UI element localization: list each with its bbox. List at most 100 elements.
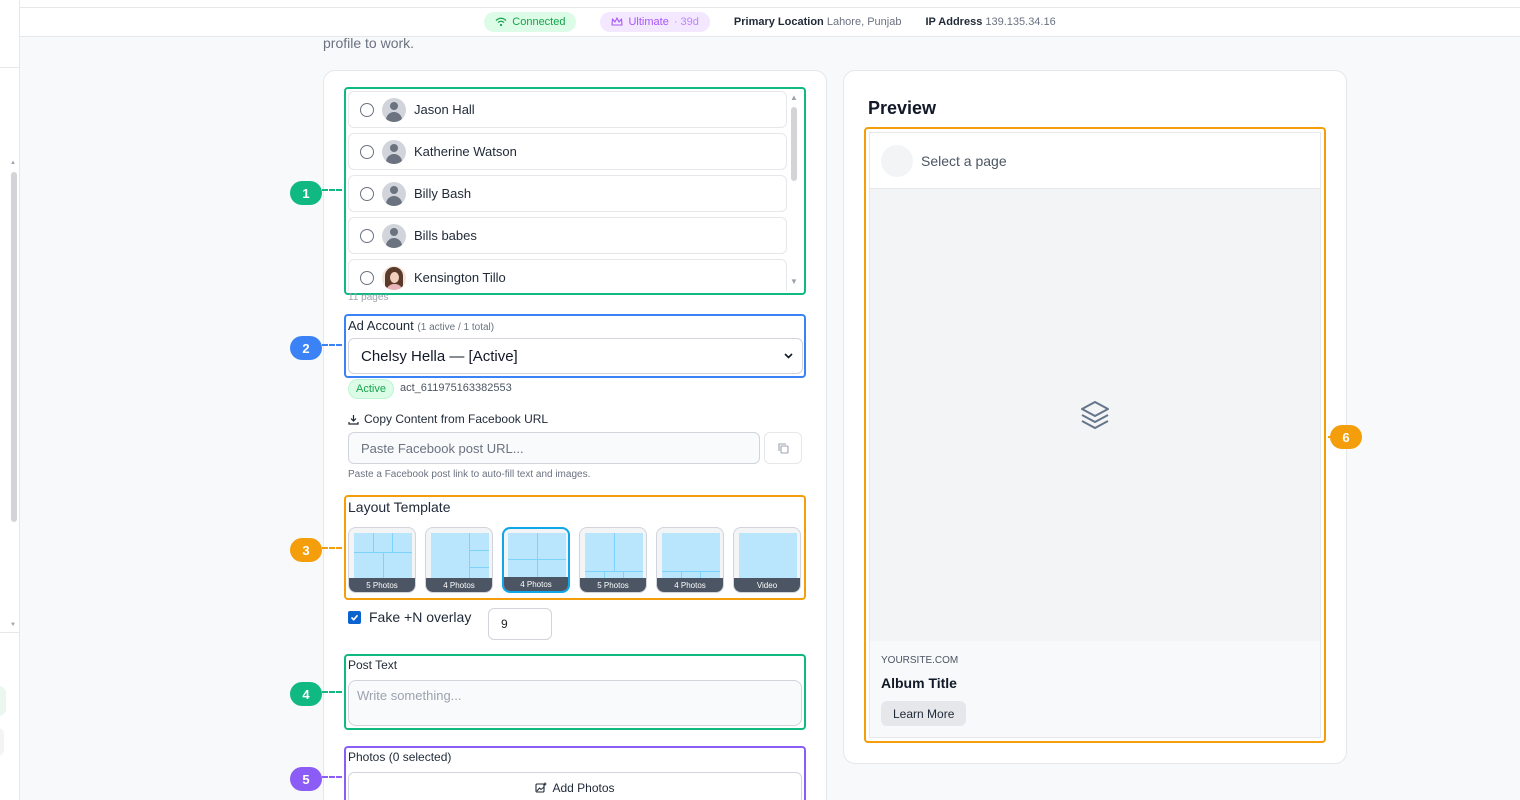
sidebar-scroll-down-icon[interactable]: ▼ [10, 622, 16, 628]
ad-account-selected: Chelsy Hella — [Active] [361, 347, 518, 365]
template-caption: 5 Photos [580, 578, 646, 592]
fetch-url-button[interactable] [764, 432, 802, 464]
page-name: Kensington Tillo [414, 270, 506, 285]
overlay-count-input[interactable]: 9 [488, 608, 552, 640]
page-row[interactable]: Billy Bash [348, 175, 787, 212]
sidebar-item[interactable] [0, 686, 6, 716]
ad-account-title: Ad Account [348, 318, 414, 333]
connection-badge: Connected [484, 12, 577, 32]
marker-connector [322, 776, 342, 778]
primary-location-label: Primary Location [733, 16, 824, 28]
marker-1: 1 [290, 181, 322, 205]
layers-icon [1081, 401, 1109, 429]
facebook-url-placeholder: Paste Facebook post URL... [361, 440, 524, 456]
ip-value: 139.135.34.16 [985, 16, 1056, 28]
intro-text: profile to work. [323, 35, 415, 51]
sidebar-scrollbar[interactable] [11, 172, 17, 522]
copy-icon [777, 442, 789, 454]
photos-label: Photos (0 selected) [348, 750, 452, 764]
template-caption: Video [734, 578, 800, 592]
page-list: Jason Hall Katherine Watson Billy Bash B… [348, 91, 787, 291]
template-caption: 4 Photos [504, 577, 568, 591]
template-caption: 5 Photos [349, 578, 415, 592]
marker-connector [322, 189, 342, 191]
page-radio[interactable] [360, 102, 374, 117]
marker-connector [322, 691, 342, 693]
primary-location: Primary Location Lahore, Punjab [734, 16, 902, 28]
check-icon [350, 614, 359, 621]
person-icon [382, 139, 406, 164]
page-row[interactable]: Katherine Watson [348, 133, 787, 170]
scroll-up-icon[interactable]: ▲ [790, 93, 798, 102]
fake-overlay-label: Fake +N overlay [369, 609, 472, 625]
primary-location-value: Lahore, Punjab [826, 16, 902, 28]
download-icon [348, 414, 359, 425]
marker-3: 3 [290, 538, 322, 562]
fake-overlay-toggle[interactable]: Fake +N overlay [348, 609, 471, 625]
scroll-down-icon[interactable]: ▼ [790, 277, 798, 286]
ad-account-select[interactable]: Chelsy Hella — [Active] [348, 338, 803, 374]
marker-4: 4 [290, 682, 322, 706]
marker-connector [322, 547, 342, 549]
page-row[interactable]: Jason Hall [348, 91, 787, 128]
chevron-down-icon [783, 350, 794, 364]
page-list-scrollbar[interactable]: ▲ ▼ [789, 91, 799, 291]
preview-header: Select a page [870, 133, 1320, 189]
account-status-badge: Active [348, 379, 394, 399]
image-add-icon [535, 782, 547, 793]
copy-content-hint: Paste a Facebook post link to auto-fill … [348, 469, 591, 480]
sidebar-scroll-up-icon[interactable]: ▲ [10, 160, 16, 166]
facebook-url-input[interactable]: Paste Facebook post URL... [348, 432, 760, 464]
template-option[interactable]: 5 Photos [348, 527, 416, 593]
post-text-area[interactable]: Write something... [348, 680, 802, 726]
layout-template-title: Layout Template [348, 499, 451, 515]
post-text-placeholder: Write something... [357, 688, 462, 703]
add-photos-button[interactable]: Add Photos [348, 772, 802, 800]
page-radio[interactable] [360, 270, 374, 285]
page-radio[interactable] [360, 144, 374, 159]
copy-content-title: Copy Content from Facebook URL [364, 412, 549, 426]
scroll-thumb[interactable] [791, 107, 797, 181]
ad-preview: Select a page YOURSITE.COM Album Title L… [869, 132, 1321, 738]
person-icon [382, 181, 406, 206]
page-name: Bills babes [414, 228, 477, 243]
learn-more-button[interactable]: Learn More [881, 701, 967, 726]
status-bar: Connected Ultimate · 39d Primary Locatio… [20, 8, 1520, 37]
left-sidebar: ▲ ▼ [0, 0, 20, 800]
ad-account-id: act_611975163382553 [400, 382, 512, 394]
marker-connector [322, 344, 342, 346]
plan-days: · 39d [673, 16, 699, 28]
preview-title: Preview [868, 98, 937, 118]
page-name: Jason Hall [414, 102, 475, 117]
top-bar [20, 0, 1520, 8]
marker-2: 2 [290, 336, 322, 360]
preview-avatar [881, 144, 913, 177]
page-row[interactable]: Kensington Tillo [348, 259, 787, 291]
wifi-icon [495, 17, 507, 27]
template-option[interactable]: 4 Photos [425, 527, 493, 593]
page-name: Katherine Watson [414, 144, 517, 159]
preview-page-name: Select a page [921, 152, 1007, 169]
page-radio[interactable] [360, 228, 374, 243]
ip-label: IP Address [925, 16, 983, 28]
preview-album-title: Album Title [881, 675, 957, 691]
template-option-selected[interactable]: 4 Photos [502, 527, 570, 593]
post-text-label: Post Text [348, 658, 398, 672]
add-photos-label: Add Photos [552, 781, 615, 795]
plan-name: Ultimate [628, 16, 669, 28]
preview-footer: YOURSITE.COM Album Title Learn More [870, 641, 1320, 737]
template-option[interactable]: 4 Photos [656, 527, 724, 593]
sidebar-divider [0, 632, 20, 633]
page-radio[interactable] [360, 186, 374, 201]
plan-badge: Ultimate · 39d [600, 12, 710, 32]
page-name: Billy Bash [414, 186, 472, 201]
page-row[interactable]: Bills babes [348, 217, 787, 254]
template-option[interactable]: Video [733, 527, 801, 593]
page-count: 11 pages [348, 292, 389, 303]
preview-image-area [870, 189, 1320, 641]
connection-status: Connected [512, 16, 566, 28]
template-option[interactable]: 5 Photos [579, 527, 647, 593]
sidebar-item[interactable] [0, 728, 4, 756]
fake-overlay-checkbox[interactable] [348, 610, 361, 624]
overlay-count-value: 9 [501, 617, 508, 631]
